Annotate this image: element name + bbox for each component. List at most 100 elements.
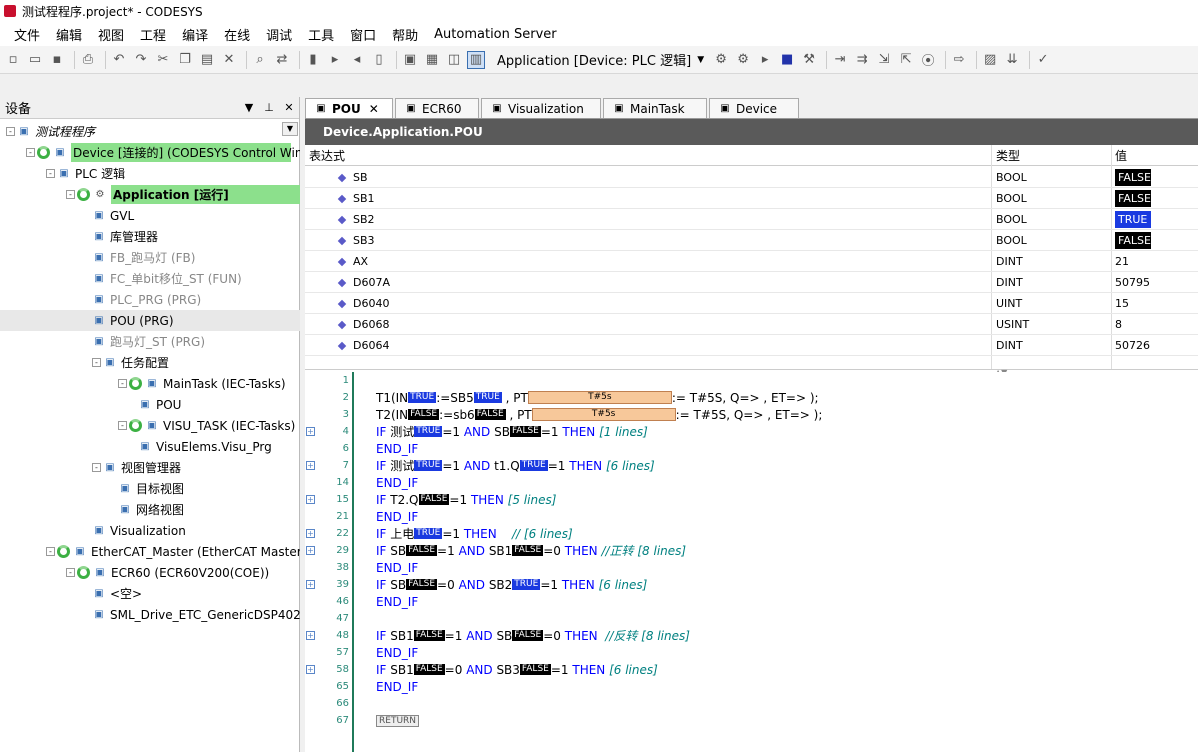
logout-icon[interactable]: ⚙	[734, 51, 752, 69]
inline-value-false[interactable]: FALSE	[408, 409, 440, 420]
tree-item[interactable]: ▣ GVL	[0, 205, 300, 226]
tree-item[interactable]: ▣ FC_单bit移位_ST (FUN)	[0, 268, 300, 289]
tree-item[interactable]: ▣ 跑马灯_ST (PRG)	[0, 331, 300, 352]
menu-item[interactable]: 工具	[300, 25, 342, 44]
step-out-icon[interactable]: ⇱	[897, 51, 915, 69]
paste-icon[interactable]: ▤	[198, 51, 216, 69]
expand-toggle-icon[interactable]: -	[46, 169, 55, 178]
inline-value-false[interactable]: FALSE	[509, 426, 541, 437]
code-line[interactable]: 14 END_IF	[305, 474, 1198, 491]
panel-menu-icon[interactable]: ▼	[239, 101, 259, 114]
tab-maintask[interactable]: ▣ MainTask	[603, 98, 707, 118]
step-into-icon[interactable]: ⇲	[875, 51, 893, 69]
expand-toggle-icon[interactable]: -	[26, 148, 35, 157]
expand-toggle-icon[interactable]: -	[66, 568, 75, 577]
expand-toggle-icon[interactable]: -	[6, 127, 15, 136]
rebuild-icon[interactable]: ◫	[445, 51, 463, 69]
tree-item[interactable]: ▣ SML_Drive_ETC_GenericDSP402	[0, 604, 300, 625]
code-line[interactable]: 66	[305, 695, 1198, 712]
watch-column-header[interactable]: 表达式	[309, 147, 345, 164]
copy-icon[interactable]: ❐	[176, 51, 194, 69]
inline-value-false[interactable]: FALSE	[474, 409, 506, 420]
inline-value-time[interactable]: T#5s	[527, 391, 672, 404]
tree-item[interactable]: ▣ POU (PRG)	[0, 310, 300, 331]
watch-column-header[interactable]: 值	[1115, 147, 1127, 164]
code-line[interactable]: 65 END_IF	[305, 678, 1198, 695]
inline-value-false[interactable]: FALSE	[413, 664, 445, 675]
find-replace-icon[interactable]: ⇄	[273, 51, 291, 69]
code-line[interactable]: 57 END_IF	[305, 644, 1198, 661]
code-line[interactable]: 2 T1(IN TRUE:=SB5 TRUE , PT T#5s:= T#5S, Q=>…	[305, 389, 1198, 406]
bookmark-next-icon[interactable]: ▸	[326, 51, 344, 69]
write-values-icon[interactable]: ⇊	[1003, 51, 1021, 69]
cut-icon[interactable]: ✂	[154, 51, 172, 69]
watch-row[interactable]: SB1 BOOL FALSE	[305, 188, 1198, 209]
tree-item[interactable]: ▣ POU	[0, 394, 300, 415]
reset-icon[interactable]: ⚒	[800, 51, 818, 69]
tab-ecr60[interactable]: ▣ ECR60	[395, 98, 479, 118]
code-line[interactable]: 46 END_IF	[305, 593, 1198, 610]
find-icon[interactable]: ⌕	[251, 51, 269, 69]
inline-value-true[interactable]: TRUE	[414, 426, 443, 437]
code-line[interactable]: 3 T2(IN FALSE:=sb6 FALSE , PT T#5s:= T#5S, Q…	[305, 406, 1198, 423]
tab-visualization[interactable]: ▣ Visualization	[481, 98, 601, 118]
redo-icon[interactable]: ↷	[132, 51, 150, 69]
watch-row[interactable]: D6064 DINT 50726	[305, 335, 1198, 356]
close-icon[interactable]: ✕	[279, 101, 299, 114]
inline-value-true[interactable]: TRUE	[414, 528, 443, 539]
expand-toggle-icon[interactable]: -	[92, 358, 101, 367]
inline-value-false[interactable]: FALSE	[406, 545, 438, 556]
build-icon[interactable]: ▦	[423, 51, 441, 69]
tree-item[interactable]: - ⚙ Application [运行]	[0, 184, 300, 205]
run-icon[interactable]: ▸	[756, 51, 774, 69]
tree-item[interactable]: ▣ FB_跑马灯 (FB)	[0, 247, 300, 268]
inline-value-true[interactable]: TRUE	[512, 579, 541, 590]
watch-row[interactable]: SB3 BOOL FALSE	[305, 230, 1198, 251]
tree-item[interactable]: ▣ <空>	[0, 583, 300, 604]
tree-item[interactable]: - ▣ EtherCAT_Master (EtherCAT Master SoftM	[0, 541, 300, 562]
watch-value[interactable]: TRUE	[1115, 210, 1151, 228]
watch-row[interactable]: SB2 BOOL TRUE	[305, 209, 1198, 230]
menu-item[interactable]: 文件	[6, 25, 48, 44]
code-line[interactable]: 47	[305, 610, 1198, 627]
expand-toggle-icon[interactable]: -	[66, 190, 75, 199]
watch-value[interactable]: FALSE	[1115, 168, 1151, 186]
step-icon[interactable]: ⇥	[831, 51, 849, 69]
menu-item[interactable]: 在线	[216, 25, 258, 44]
step-over-icon[interactable]: ⇉	[853, 51, 871, 69]
tree-item[interactable]: - ▣ VISU_TASK (IEC-Tasks)	[0, 415, 300, 436]
watch-row[interactable]: D6040 UINT 15	[305, 293, 1198, 314]
new-icon[interactable]: ▫	[4, 51, 22, 69]
inline-value-time[interactable]: T#5s	[531, 408, 676, 421]
watch-column-header[interactable]: 类型	[996, 147, 1020, 164]
app-select-icon[interactable]: ▥	[467, 50, 485, 69]
code-line[interactable]: 38 END_IF	[305, 559, 1198, 576]
menu-item[interactable]: 工程	[132, 25, 174, 44]
watch-row[interactable]: AX DINT 21	[305, 251, 1198, 272]
expand-toggle-icon[interactable]: -	[46, 547, 55, 556]
tree-item[interactable]: ▣ Visualization	[0, 520, 300, 541]
save-icon[interactable]: ▪	[48, 51, 66, 69]
code-line[interactable]: +48 IF SB1 FALSE =1 AND SB FALSE =0 THEN //反转…	[305, 627, 1198, 644]
tab-pou[interactable]: ▣ POU ✕	[305, 98, 393, 118]
inline-value-true[interactable]: TRUE	[473, 392, 502, 403]
watch-value[interactable]: 21	[1115, 255, 1129, 268]
menu-item[interactable]: Automation Server	[426, 27, 564, 42]
inline-value-false[interactable]: FALSE	[406, 579, 438, 590]
inline-value-false[interactable]: FALSE	[413, 630, 445, 641]
tree-item[interactable]: - ▣ MainTask (IEC-Tasks)	[0, 373, 300, 394]
menu-item[interactable]: 调试	[258, 25, 300, 44]
inline-value-true[interactable]: TRUE	[519, 460, 548, 471]
inline-value-true[interactable]: TRUE	[414, 460, 443, 471]
tree-item[interactable]: ▣ 库管理器	[0, 226, 300, 247]
inline-value-true[interactable]: TRUE	[408, 392, 437, 403]
tree-item[interactable]: - ▣ Device [连接的] (CODESYS Control Win V3 x…	[0, 142, 300, 163]
close-tab-icon[interactable]: ✕	[369, 102, 379, 116]
code-line[interactable]: +15 IF T2.Q FALSE =1 THEN [5 lines]	[305, 491, 1198, 508]
watch-value[interactable]: 15	[1115, 297, 1129, 310]
pin-icon[interactable]: ⊥	[259, 101, 279, 114]
tree-item[interactable]: - ▣ ECR60 (ECR60V200(COE))	[0, 562, 300, 583]
code-line[interactable]: 1	[305, 372, 1198, 389]
tree-item[interactable]: ▣ 网络视图	[0, 499, 300, 520]
code-line[interactable]: +29 IF SB FALSE =1 AND SB1 FALSE =0 THEN //正转…	[305, 542, 1198, 559]
